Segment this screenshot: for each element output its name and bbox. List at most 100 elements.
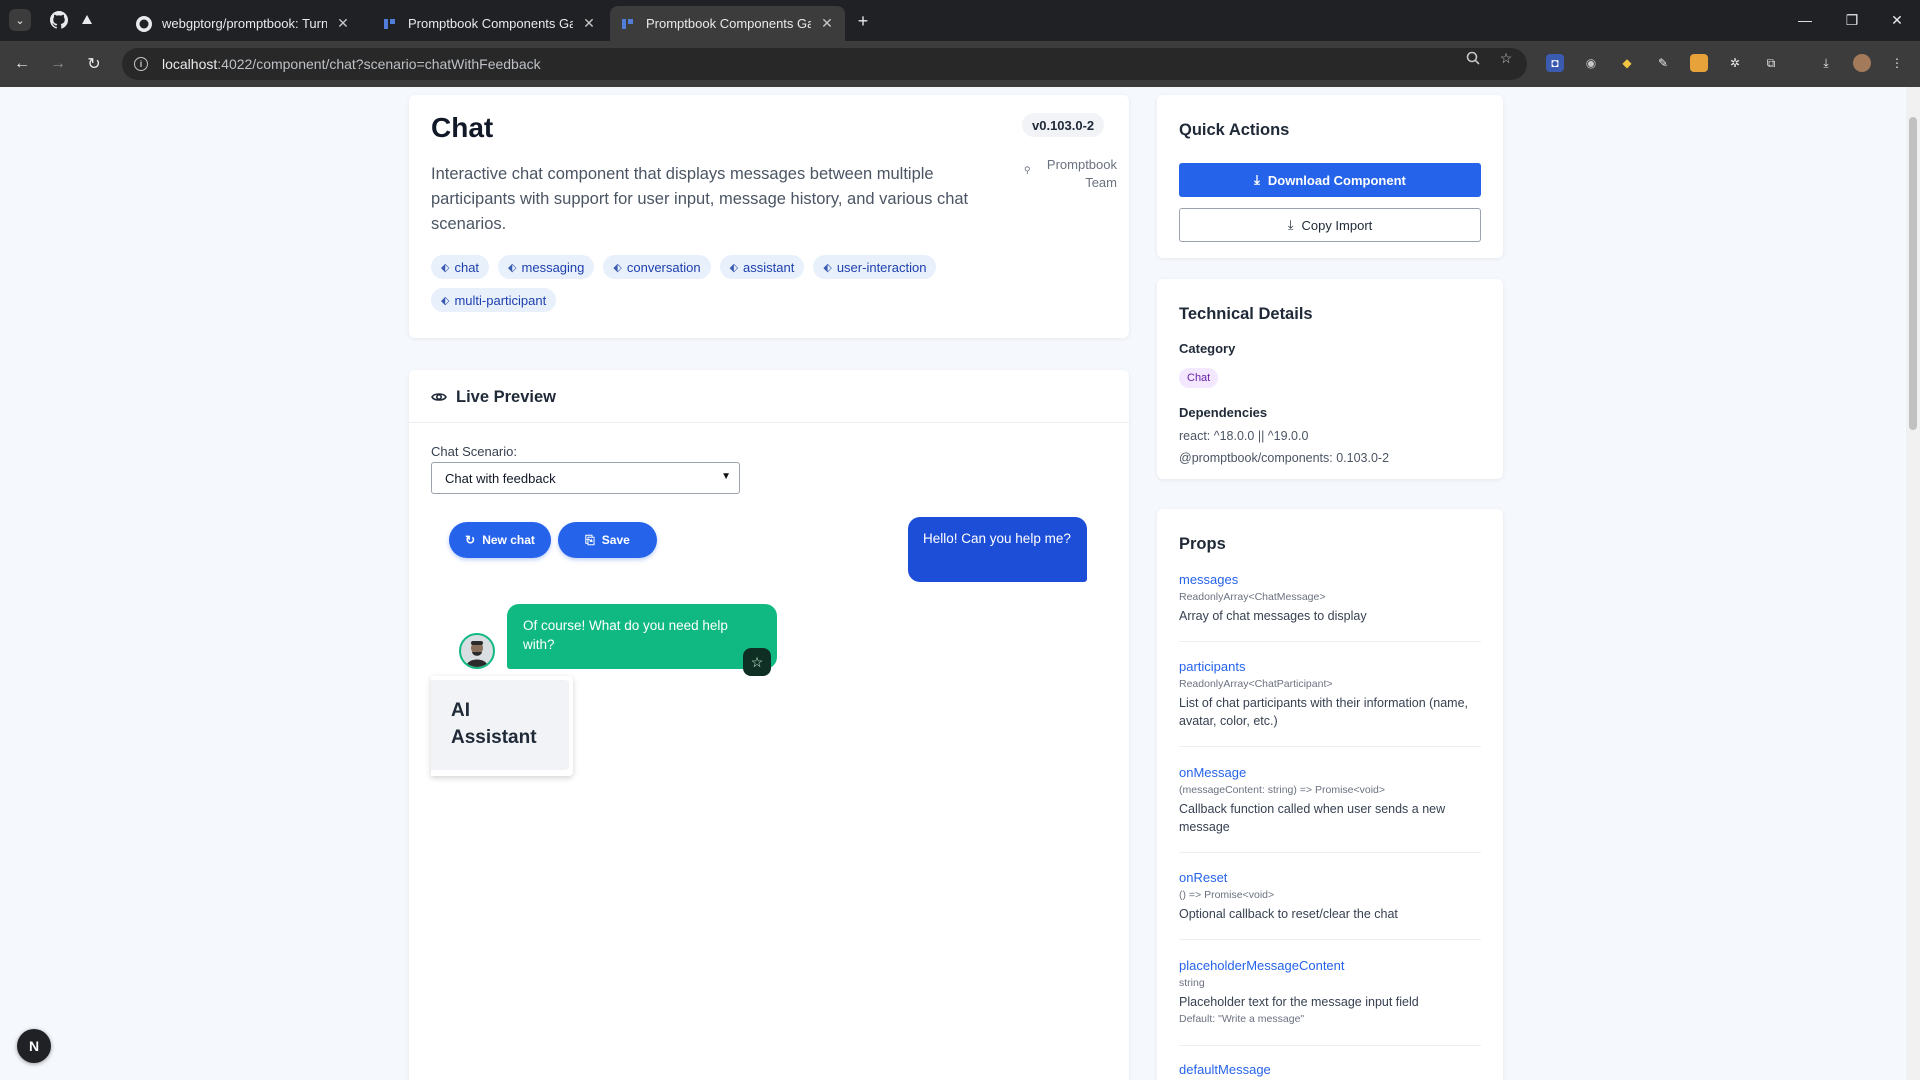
tag-chat[interactable]: ⬖ chat: [431, 255, 490, 279]
tab-gallery-1[interactable]: Promptbook Components Galle ✕: [372, 6, 607, 41]
profile-avatar[interactable]: [1853, 54, 1871, 72]
avatar[interactable]: [459, 633, 495, 669]
download-label: Download Component: [1267, 172, 1406, 188]
gear-extension-icon[interactable]: ✲: [1726, 54, 1744, 72]
close-icon[interactable]: ✕: [819, 15, 835, 32]
assistant-message-bubble: Of course! What do you need help with?: [507, 604, 777, 669]
pen-extension-icon[interactable]: ✎: [1654, 54, 1672, 72]
divider: [1179, 852, 1481, 853]
prop-name-link[interactable]: onMessage: [1179, 765, 1481, 780]
tab-title: Promptbook Components Galle: [646, 16, 811, 31]
key-extension-icon[interactable]: ◆: [1618, 54, 1636, 72]
prop-name-link[interactable]: placeholderMessageContent: [1179, 958, 1481, 973]
scrollbar-thumb[interactable]: [1909, 117, 1917, 430]
scenario-selected-value: Chat with feedback: [445, 470, 556, 486]
site-info-icon[interactable]: i: [134, 57, 148, 71]
save-label: Save: [601, 533, 630, 547]
tab-github[interactable]: webgptorg/promptbook: Turn y ✕: [126, 6, 361, 41]
quick-actions-card: Quick Actions ⤓ Download Component ⤓ Cop…: [1157, 95, 1503, 258]
close-icon[interactable]: ✕: [335, 15, 351, 32]
technical-details-title: Technical Details: [1179, 305, 1313, 323]
download-icon[interactable]: ⤓: [1817, 54, 1835, 72]
dependency-item: @promptbook/components: 0.103.0-2: [1179, 451, 1390, 465]
live-preview-title: Live Preview: [456, 388, 556, 406]
version-badge: v0.103.0-2: [1022, 113, 1105, 137]
download-component-button[interactable]: ⤓ Download Component: [1179, 163, 1481, 197]
github-icon: [50, 11, 68, 29]
eye-icon: [431, 393, 447, 401]
tag-label: conversation: [626, 259, 701, 275]
prop-name-link[interactable]: defaultMessage: [1179, 1062, 1481, 1077]
participant-tooltip: AI Assistant: [431, 676, 573, 776]
tab-title: webgptorg/promptbook: Turn y: [162, 16, 327, 31]
github-pinned-tab[interactable]: [49, 10, 69, 30]
close-window-icon[interactable]: ✕: [1885, 8, 1909, 32]
prop-name-link[interactable]: messages: [1179, 572, 1481, 587]
drive-pinned-tab[interactable]: [77, 10, 97, 30]
new-chat-label: New chat: [482, 533, 535, 547]
close-icon[interactable]: ✕: [581, 15, 597, 32]
prop-name-link[interactable]: participants: [1179, 659, 1481, 674]
tab-gallery-active[interactable]: Promptbook Components Galle ✕: [610, 6, 845, 41]
tag-icon: ⬖: [613, 261, 622, 274]
minimize-icon[interactable]: —: [1793, 8, 1817, 32]
tag-conversation[interactable]: ⬖ conversation: [603, 255, 711, 279]
image-extension-icon[interactable]: [1690, 54, 1708, 72]
tag-list: ⬖ chat ⬖ messaging ⬖ conversation ⬖ assistan…: [431, 255, 991, 312]
divider: [1179, 746, 1481, 747]
tag-messaging[interactable]: ⬖ messaging: [498, 255, 595, 279]
tag-label: user-interaction: [836, 259, 927, 275]
prop-description: Placeholder text for the message input f…: [1179, 995, 1419, 1009]
dev-tools-badge[interactable]: N: [17, 1029, 51, 1063]
prop-name-link[interactable]: onReset: [1179, 870, 1481, 885]
prop-item: messages ReadonlyArray<ChatMessage> Arra…: [1179, 572, 1481, 625]
prop-description: Callback function called when user sends…: [1179, 802, 1446, 834]
save-button[interactable]: ⎘ Save: [558, 522, 657, 558]
new-tab-plus-icon[interactable]: +: [852, 10, 874, 32]
prop-description: List of chat participants with their inf…: [1179, 696, 1469, 728]
browser-tab-bar: ⌄ webgptorg/promptbook: Turn y ✕ Promptb…: [0, 0, 1920, 41]
chevron-down-icon: ▼: [721, 471, 731, 482]
scenario-select[interactable]: Chat with feedback ▼: [431, 462, 740, 494]
live-preview-card: Live Preview Chat Scenario: Chat with fe…: [409, 370, 1129, 1080]
divider: [1179, 1045, 1481, 1046]
scenario-label: Chat Scenario:: [431, 444, 517, 459]
prop-item: defaultMessage: [1179, 1062, 1481, 1077]
book-icon: ⎘: [585, 532, 595, 547]
dependency-item: react: ^18.0.0 || ^19.0.0: [1179, 429, 1309, 443]
bookmark-star-icon[interactable]: ☆: [1498, 50, 1514, 66]
address-bar[interactable]: i localhost:4022/component/chat?scenario…: [122, 48, 1527, 80]
back-arrow-icon[interactable]: ←: [11, 53, 33, 75]
tag-icon: ⬖: [729, 261, 739, 274]
copy-import-button[interactable]: ⤓ Copy Import: [1179, 208, 1481, 242]
download-icon: ⤓: [1254, 172, 1260, 187]
prop-item: placeholderMessageContent string Placeho…: [1179, 958, 1481, 1025]
component-header-card: Chat v0.103.0-2 ⚲ Promptbook Team Intera…: [409, 95, 1129, 338]
puzzle-extensions-icon[interactable]: ⧉: [1762, 54, 1780, 72]
prop-type: string: [1179, 977, 1205, 989]
participant-tooltip-body: AI Assistant: [431, 680, 569, 770]
props-card: Props messages ReadonlyArray<ChatMessage…: [1157, 509, 1503, 1080]
camera-extension-icon[interactable]: ◉: [1582, 54, 1600, 72]
new-chat-button[interactable]: ↻ New chat: [449, 522, 551, 558]
participant-name: AI Assistant: [451, 700, 537, 748]
tag-assistant[interactable]: ⬖ assistant: [719, 255, 805, 279]
rate-star-icon[interactable]: ☆: [743, 648, 771, 676]
more-menu-icon[interactable]: ⋮: [1888, 54, 1906, 72]
component-description: Interactive chat component that displays…: [431, 165, 969, 233]
restore-icon[interactable]: ❐: [1840, 8, 1864, 32]
tag-user-interaction[interactable]: ⬖ user-interaction: [813, 255, 937, 279]
forward-arrow-icon[interactable]: →: [47, 53, 69, 75]
zoom-magnifier-icon[interactable]: [1465, 50, 1481, 66]
url-text: localhost:4022/component/chat?scenario=c…: [162, 56, 541, 72]
quick-actions-title: Quick Actions: [1179, 121, 1290, 139]
tag-multi-participant[interactable]: ⬖ multi-participant: [431, 288, 557, 312]
reload-icon[interactable]: ↻: [83, 53, 105, 75]
shield-extension-icon[interactable]: ◘: [1546, 54, 1564, 72]
page-scrollbar[interactable]: [1906, 87, 1920, 1080]
page-viewport: Chat v0.103.0-2 ⚲ Promptbook Team Intera…: [0, 87, 1920, 1080]
page-title: Chat: [431, 112, 494, 143]
prop-type: ReadonlyArray<ChatParticipant>: [1179, 678, 1333, 690]
tag-label: chat: [454, 259, 480, 275]
tab-search-dropdown-icon[interactable]: ⌄: [9, 9, 31, 31]
